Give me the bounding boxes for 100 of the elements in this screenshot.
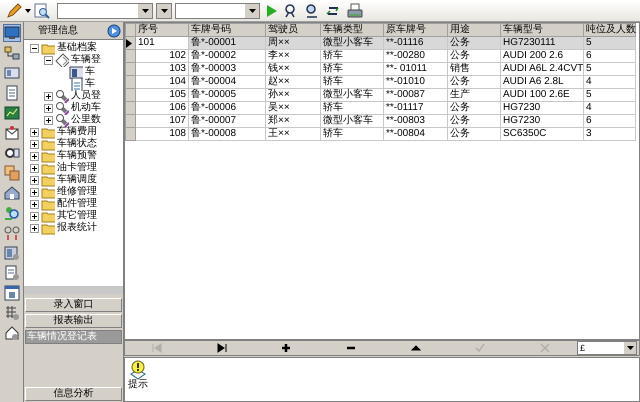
- tip-label: 提示: [128, 380, 148, 390]
- table-cell: 生产: [448, 88, 500, 102]
- column-header[interactable]: 吨位及人数: [584, 24, 636, 36]
- table-cell: 李××: [266, 50, 320, 62]
- table-cell: **-00087: [384, 88, 448, 102]
- dropdown[interactable]: [156, 2, 172, 18]
- panel-button[interactable]: 录入窗口: [25, 298, 122, 312]
- table-cell: **-00280: [384, 50, 448, 62]
- table-cell: 鲁*-00008: [188, 128, 266, 140]
- pencil-icon[interactable]: [6, 2, 22, 18]
- table-cell: 鲁*-00007: [188, 114, 266, 128]
- table-cell: 吴××: [266, 102, 320, 114]
- table-cell: 5: [584, 62, 636, 76]
- table-cell: 鲁*-00004: [188, 76, 266, 88]
- caret-icon: [626, 346, 634, 350]
- printer-icon[interactable]: [347, 2, 363, 18]
- expand-icon[interactable]: [44, 92, 53, 100]
- expand-icon[interactable]: [30, 164, 39, 172]
- tree-item[interactable]: 基础档案: [57, 43, 97, 53]
- house-icon[interactable]: [4, 325, 20, 341]
- expand-icon[interactable]: [44, 104, 53, 112]
- check-icon: [475, 343, 486, 353]
- network-icon[interactable]: [4, 45, 20, 61]
- card-icon[interactable]: [4, 65, 20, 81]
- expand-icon[interactable]: [30, 224, 39, 232]
- form-icon[interactable]: [4, 245, 20, 261]
- column-header[interactable]: 原车牌号: [384, 24, 448, 36]
- tool-icon: [55, 113, 69, 127]
- lightbulb-icon: [130, 360, 146, 380]
- tree-item[interactable]: 车辆预警: [57, 151, 97, 161]
- tree-item[interactable]: 机动车: [71, 103, 101, 113]
- collapse-icon[interactable]: [44, 56, 53, 64]
- table-cell: 钱××: [266, 62, 320, 76]
- expand-icon[interactable]: [30, 140, 39, 148]
- tree-item[interactable]: 油卡管理: [57, 163, 97, 173]
- tree-item[interactable]: 车辆调度: [57, 175, 97, 185]
- column-header[interactable]: 驾驶员: [266, 24, 320, 36]
- up-icon: [410, 343, 421, 353]
- tree-item[interactable]: 报表统计: [57, 223, 97, 233]
- circles-icon[interactable]: [4, 225, 20, 241]
- envelope-icon[interactable]: [4, 125, 20, 141]
- chart-icon[interactable]: [4, 105, 20, 121]
- tree-item[interactable]: 维修管理: [57, 187, 97, 197]
- plus-icon: [281, 343, 292, 353]
- table-cell: HG7230: [500, 102, 584, 114]
- table-cell: 微型小客车: [320, 88, 384, 102]
- tree-item[interactable]: 配件管理: [57, 199, 97, 209]
- tool-icon: [55, 101, 69, 115]
- table-cell: 公务: [448, 50, 500, 62]
- cross-icon: [540, 343, 550, 353]
- tree-item[interactable]: 车辆状态: [57, 139, 97, 149]
- expand-icon[interactable]: [30, 188, 39, 196]
- caret-icon: [248, 8, 256, 12]
- column-header[interactable]: 车牌号码: [188, 24, 266, 36]
- report-icon[interactable]: [4, 265, 20, 281]
- tree-item[interactable]: 公里数: [71, 115, 101, 125]
- table-cell: 鲁*-00006: [188, 102, 266, 114]
- column-header[interactable]: 车辆类型: [320, 24, 384, 36]
- table-cell: SC6350C: [500, 128, 584, 140]
- tree-item[interactable]: 车: [85, 67, 95, 77]
- windows-icon[interactable]: [4, 165, 20, 181]
- table-cell: 6: [584, 50, 636, 62]
- tree-item[interactable]: 车辆登: [71, 55, 101, 65]
- expand-icon[interactable]: [30, 128, 39, 136]
- table-icon[interactable]: [4, 285, 20, 301]
- column-header[interactable]: 车辆型号: [500, 24, 584, 36]
- expand-icon[interactable]: [44, 116, 53, 124]
- tree-item[interactable]: 车: [85, 79, 95, 89]
- form-icon: [69, 65, 83, 79]
- dropdown[interactable]: £: [577, 341, 638, 355]
- column-header[interactable]: 序号: [136, 24, 188, 36]
- play-circle-icon[interactable]: [107, 24, 121, 38]
- table-cell: 销售: [448, 62, 500, 76]
- document-icon[interactable]: [4, 85, 20, 101]
- panel-button[interactable]: 报表输出: [25, 314, 122, 328]
- table-cell: 5: [584, 88, 636, 102]
- table-cell: **-01116: [384, 36, 448, 50]
- expand-icon[interactable]: [30, 152, 39, 160]
- expand-icon[interactable]: [30, 176, 39, 184]
- table-cell: 公务: [448, 76, 500, 88]
- house-icon[interactable]: [4, 185, 20, 201]
- diamond-icon: [55, 53, 69, 67]
- collapse-icon[interactable]: [30, 44, 39, 52]
- play-icon[interactable]: [267, 4, 277, 16]
- table-cell: 郑××: [266, 114, 320, 128]
- tree-item[interactable]: 车辆费用: [57, 127, 97, 137]
- caret-icon[interactable]: [25, 8, 31, 12]
- search-document-icon[interactable]: [34, 2, 50, 18]
- expand-icon[interactable]: [30, 212, 39, 220]
- tree-item[interactable]: 人员登: [71, 91, 101, 101]
- table-cell: 微型小客车: [320, 114, 384, 128]
- panel-button[interactable]: 信息分析: [25, 387, 122, 401]
- tree-item[interactable]: 其它管理: [57, 211, 97, 221]
- grid-icon[interactable]: [4, 305, 20, 321]
- column-header[interactable]: 用途: [448, 24, 500, 36]
- table-cell: 107: [136, 114, 188, 128]
- table-cell: 轿车: [320, 128, 384, 140]
- table-cell: 101: [136, 36, 188, 50]
- expand-icon[interactable]: [30, 200, 39, 208]
- monitor-icon[interactable]: [4, 25, 20, 41]
